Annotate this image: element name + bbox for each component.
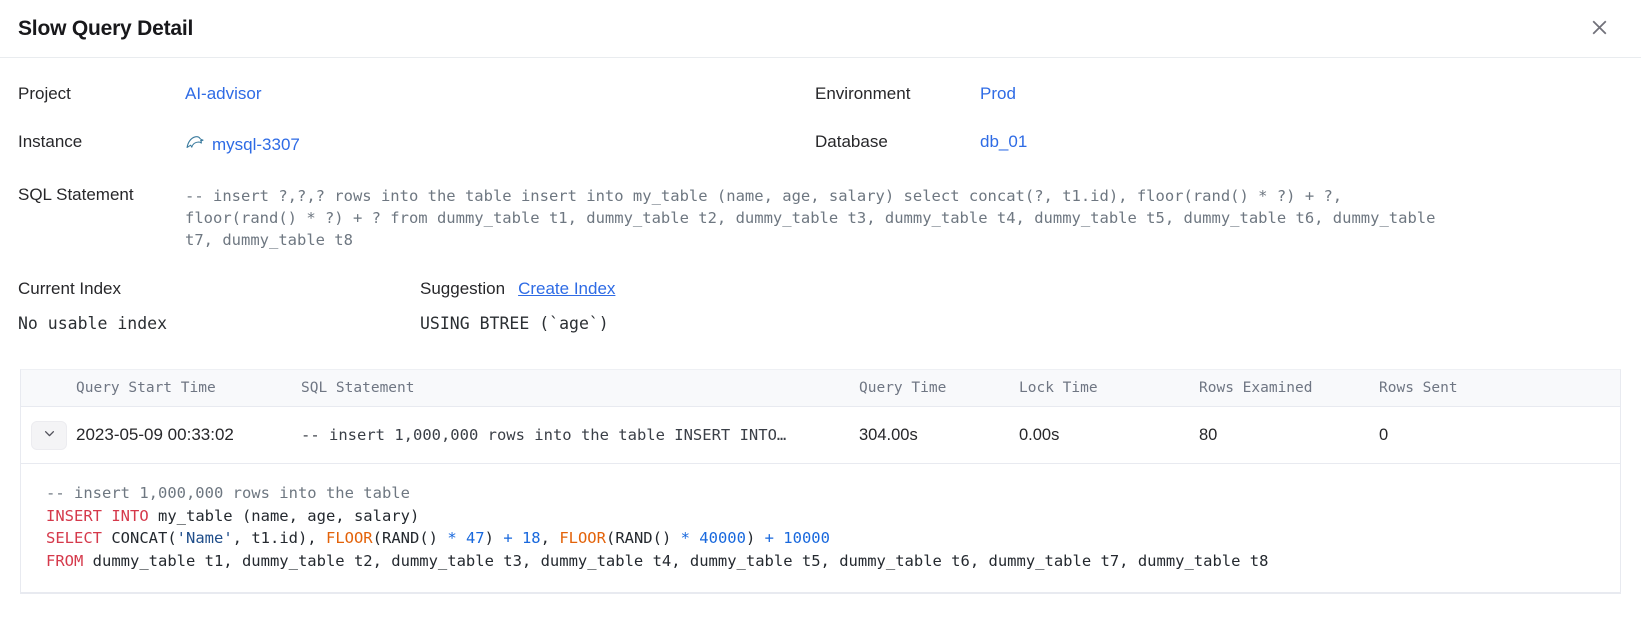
query-info-section: Project AI-advisor Environment Prod Inst… <box>0 58 1641 333</box>
cell-sql-statement: -- insert 1,000,000 rows into the table … <box>301 426 859 444</box>
info-row-project-environment: Project AI-advisor Environment Prod <box>18 84 1623 104</box>
cell-rows-sent: 0 <box>1379 426 1620 445</box>
index-values-row: No usable index USING BTREE (`age`) <box>18 314 1623 333</box>
expanded-sql-detail: -- insert 1,000,000 rows into the tableI… <box>21 464 1620 593</box>
database-link[interactable]: db_01 <box>980 132 1027 151</box>
suggestion-label: Suggestion <box>420 279 505 299</box>
create-index-link[interactable]: Create Index <box>518 279 615 299</box>
column-header-sql-statement: SQL Statement <box>301 380 859 396</box>
instance-label: Instance <box>18 132 185 152</box>
environment-label: Environment <box>815 84 980 104</box>
close-icon <box>1589 17 1610 41</box>
cell-lock-time: 0.00s <box>1019 426 1199 445</box>
column-header-lock-time: Lock Time <box>1019 380 1199 396</box>
cell-query-start-time: 2023-05-09 00:33:02 <box>76 425 301 445</box>
column-header-rows-sent: Rows Sent <box>1379 380 1620 396</box>
table-header-row: Query Start Time SQL Statement Query Tim… <box>21 370 1620 407</box>
info-row-instance-database: Instance mysql-3307 Database db_01 <box>18 132 1623 157</box>
column-header-query-time: Query Time <box>859 380 1019 396</box>
table-row[interactable]: 2023-05-09 00:33:02 -- insert 1,000,000 … <box>21 407 1620 464</box>
expanded-sql-code: -- insert 1,000,000 rows into the tableI… <box>46 482 1600 572</box>
project-link[interactable]: AI-advisor <box>185 84 262 103</box>
row-expand-button[interactable] <box>31 421 67 450</box>
close-button[interactable] <box>1585 15 1613 43</box>
modal-header: Slow Query Detail <box>0 0 1641 58</box>
suggestion-value: USING BTREE (`age`) <box>420 314 609 333</box>
chevron-down-icon <box>43 427 56 443</box>
sql-statement-label: SQL Statement <box>18 185 185 205</box>
cell-query-time: 304.00s <box>859 426 1019 445</box>
page-title: Slow Query Detail <box>18 17 193 41</box>
column-header-rows-examined: Rows Examined <box>1199 380 1379 396</box>
mysql-dolphin-icon <box>185 132 205 157</box>
column-header-query-start-time: Query Start Time <box>76 380 301 396</box>
environment-link[interactable]: Prod <box>980 84 1016 103</box>
current-index-label: Current Index <box>18 279 420 299</box>
database-label: Database <box>815 132 980 152</box>
sql-statement-text: -- insert ?,?,? rows into the table inse… <box>185 185 1443 251</box>
info-row-sql-statement: SQL Statement -- insert ?,?,? rows into … <box>18 185 1623 251</box>
project-label: Project <box>18 84 185 104</box>
slow-query-table: Query Start Time SQL Statement Query Tim… <box>20 369 1621 594</box>
index-labels-row: Current Index Suggestion Create Index <box>18 279 1623 299</box>
instance-link[interactable]: mysql-3307 <box>212 135 300 155</box>
cell-rows-examined: 80 <box>1199 426 1379 445</box>
current-index-value: No usable index <box>18 314 420 333</box>
